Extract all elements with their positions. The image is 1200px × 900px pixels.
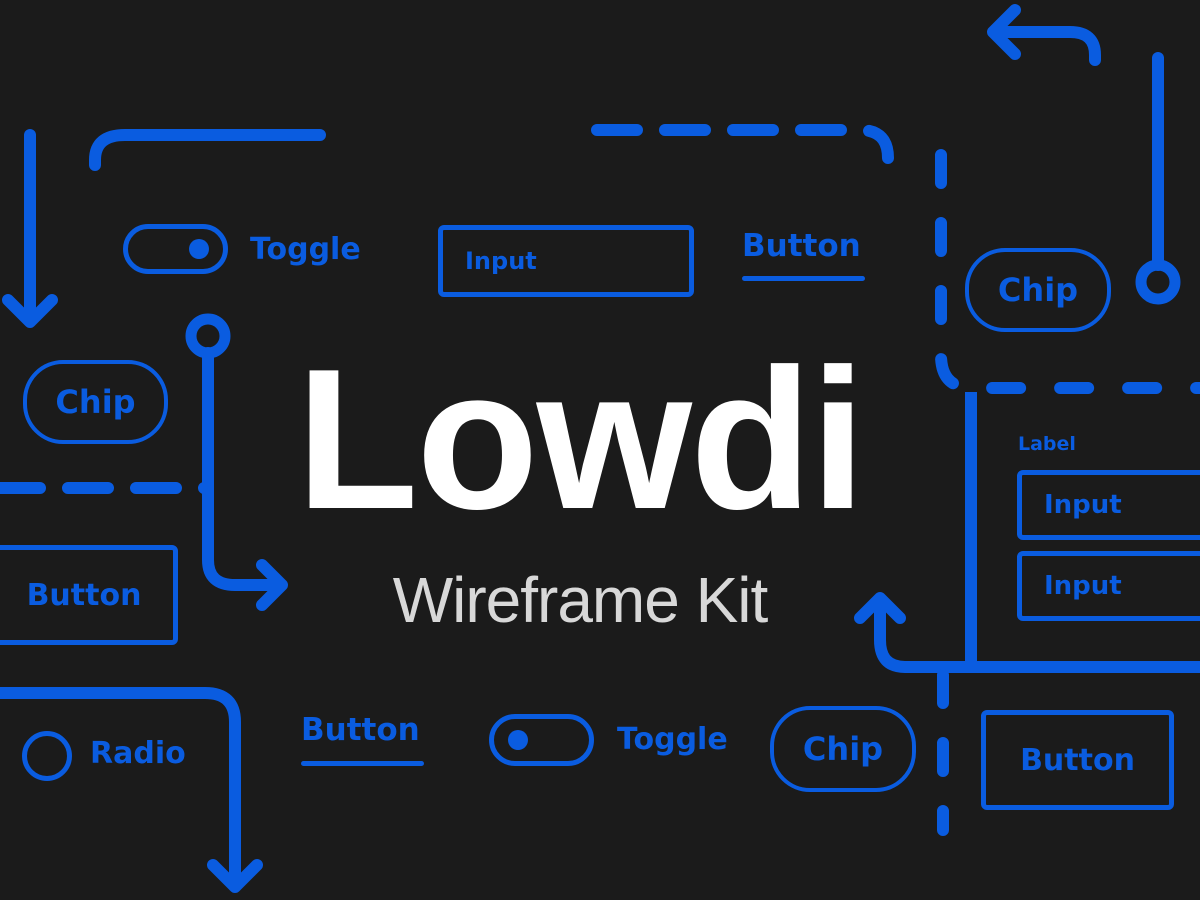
toggle-label: Toggle	[617, 722, 728, 757]
text-button[interactable]: Button	[301, 712, 420, 748]
input-value: Input	[1044, 571, 1122, 601]
bracket-line	[89, 129, 326, 171]
page-title: Lowdi	[296, 328, 866, 551]
page-subtitle: Wireframe Kit	[392, 564, 769, 636]
arrow-left-icon	[987, 4, 1101, 66]
outlined-button[interactable]: Button	[0, 545, 178, 645]
chip[interactable]: Chip	[23, 360, 168, 444]
toggle-label: Toggle	[250, 232, 361, 267]
arrow-down-icon	[2, 129, 58, 328]
toggle-knob	[508, 730, 528, 750]
radio-button[interactable]	[22, 731, 72, 781]
text-button[interactable]: Button	[742, 228, 861, 264]
input-field[interactable]: Input	[1017, 551, 1200, 621]
button-underline	[301, 761, 424, 766]
chip[interactable]: Chip	[965, 248, 1111, 332]
toggle-knob	[189, 239, 209, 259]
input-value: Input	[1044, 490, 1122, 520]
connector-node-icon	[1135, 259, 1181, 305]
connector-line-bottom-left	[0, 687, 241, 891]
toggle-switch-off[interactable]	[489, 714, 594, 766]
toggle-switch-on[interactable]	[123, 224, 228, 274]
outlined-button[interactable]: Button	[981, 710, 1174, 810]
radio-label: Radio	[90, 736, 186, 771]
connector-line-left	[202, 347, 286, 591]
chip[interactable]: Chip	[770, 706, 916, 792]
form-label: Label	[1018, 433, 1076, 455]
chip-label: Chip	[997, 271, 1079, 309]
input-field[interactable]: Input	[438, 225, 694, 297]
dashed-line-top	[591, 124, 894, 164]
input-field[interactable]: Input	[1017, 470, 1200, 540]
chip-label: Chip	[802, 730, 884, 768]
button-underline	[742, 276, 865, 281]
input-value: Input	[465, 247, 537, 275]
button-label: Button	[1020, 742, 1135, 778]
button-label: Button	[26, 577, 142, 613]
chip-label: Chip	[55, 383, 136, 421]
